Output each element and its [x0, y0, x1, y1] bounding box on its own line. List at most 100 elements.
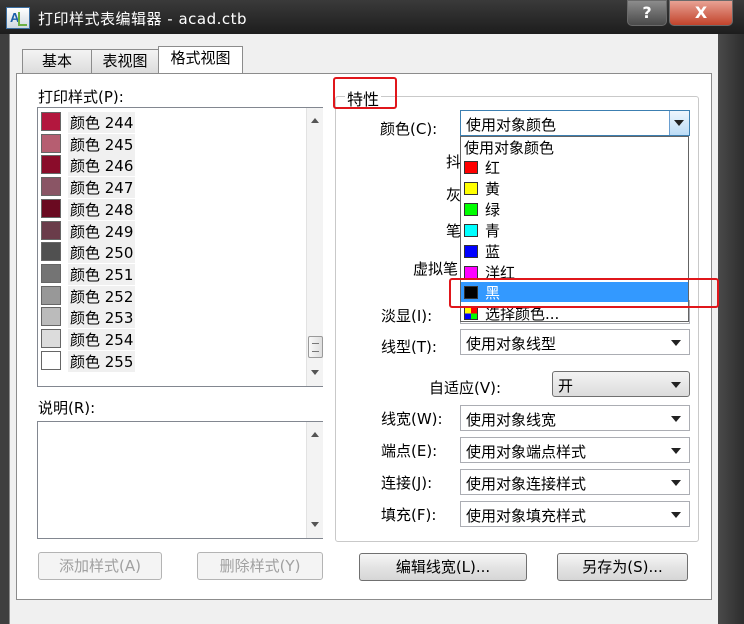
background-strip: [718, 34, 744, 624]
add-style-button[interactable]: 添加样式(A): [38, 552, 162, 580]
color-option[interactable]: 绿: [461, 199, 688, 219]
color-swatch: [41, 242, 61, 262]
print-style-item[interactable]: 颜色 252: [40, 285, 302, 307]
lineweight-label: 线宽(W):: [381, 410, 443, 428]
scroll-thumb[interactable]: [308, 336, 323, 358]
endpoint-label: 端点(E):: [381, 442, 438, 460]
print-style-name: 颜色 244: [68, 112, 136, 133]
print-style-item[interactable]: 颜色 255: [40, 350, 302, 372]
color-swatch: [41, 198, 61, 218]
color-swatch: [464, 265, 478, 279]
desc-scroll-up-icon[interactable]: [311, 432, 319, 437]
color-swatch: [41, 177, 61, 197]
print-style-item[interactable]: 颜色 251: [40, 263, 302, 285]
color-swatch: [41, 307, 61, 327]
join-combo-value: 使用对象连接样式: [466, 475, 587, 493]
description-scrollbar[interactable]: [306, 422, 323, 538]
app-icon: A: [6, 7, 30, 29]
adaptive-combo-value: 开: [558, 377, 574, 395]
help-button[interactable]: ?: [627, 0, 667, 26]
desc-scroll-down-icon[interactable]: [311, 522, 319, 527]
grayscale-label: 灰: [446, 186, 462, 204]
color-option-label: 黄: [485, 179, 501, 198]
print-style-item[interactable]: 颜色 250: [40, 241, 302, 264]
chevron-down-icon: [674, 120, 684, 126]
print-styles-list[interactable]: 颜色 244 颜色 245 颜色 246 颜色 247 颜色 248 颜色 249 颜色 2…: [37, 107, 323, 387]
chevron-down-icon: [671, 480, 681, 486]
print-style-item[interactable]: 颜色 247: [40, 176, 302, 199]
print-style-item[interactable]: 颜色 246: [40, 154, 302, 177]
print-style-name: 颜色 247: [68, 177, 136, 199]
color-option[interactable]: 黄: [461, 178, 688, 198]
print-style-name: 颜色 245: [68, 133, 136, 155]
print-style-item[interactable]: 颜色 248: [40, 198, 302, 220]
color-combo[interactable]: 使用对象颜色: [460, 110, 690, 136]
highlight-box-properties: [333, 77, 397, 109]
tab-table-view[interactable]: 表视图: [91, 49, 159, 73]
print-style-item[interactable]: 颜色 244: [40, 111, 302, 133]
fill-combo[interactable]: 使用对象填充样式: [460, 501, 690, 527]
color-option[interactable]: 蓝: [461, 241, 688, 261]
print-style-name: 颜色 255: [68, 350, 136, 372]
lineweight-combo-value: 使用对象线宽: [466, 411, 557, 429]
adaptive-combo[interactable]: 开: [552, 371, 690, 397]
join-combo[interactable]: 使用对象连接样式: [460, 469, 690, 495]
color-swatch: [464, 161, 478, 174]
color-swatch: [41, 350, 61, 370]
color-wheel-icon: [464, 307, 478, 321]
color-swatch: [41, 155, 61, 175]
lineweight-combo[interactable]: 使用对象线宽: [460, 405, 690, 431]
edit-lineweights-button[interactable]: 编辑线宽(L)...: [359, 553, 527, 581]
chevron-down-icon: [671, 448, 681, 454]
save-as-button[interactable]: 另存为(S)...: [557, 553, 688, 581]
virtual-pen-label: 虚拟笔: [413, 260, 459, 278]
chevron-down-icon: [671, 340, 681, 346]
color-option[interactable]: 青: [461, 220, 688, 240]
description-textarea[interactable]: [37, 421, 323, 539]
color-swatch: [41, 285, 61, 305]
chevron-down-icon: [671, 512, 681, 518]
endpoint-combo-value: 使用对象端点样式: [466, 443, 587, 461]
styles-scrollbar[interactable]: [306, 108, 323, 386]
color-swatch: [464, 223, 478, 237]
chevron-down-icon: [671, 382, 681, 388]
description-label: 说明(R):: [38, 399, 96, 417]
tab-form-view[interactable]: 格式视图: [158, 46, 243, 73]
print-style-item[interactable]: 颜色 245: [40, 133, 302, 155]
color-swatch: [41, 133, 61, 153]
adaptive-label: 自适应(V):: [429, 379, 502, 397]
color-option-label: 青: [485, 221, 501, 240]
dither-label: 抖: [446, 153, 462, 171]
close-button[interactable]: X: [669, 0, 733, 26]
chevron-down-icon: [671, 416, 681, 422]
print-styles-label: 打印样式(P):: [38, 88, 124, 106]
color-swatch: [41, 220, 61, 240]
print-style-name: 颜色 254: [68, 329, 136, 350]
linetype-label: 线型(T):: [381, 338, 437, 356]
linetype-combo-value: 使用对象线型: [466, 335, 557, 353]
tab-basic[interactable]: 基本: [22, 49, 92, 73]
title-bar: A 打印样式表编辑器 - acad.ctb ? X: [0, 0, 744, 34]
pen-label: 笔: [446, 222, 462, 240]
print-style-item[interactable]: 颜色 253: [40, 306, 302, 329]
color-option[interactable]: 使用对象颜色: [461, 137, 688, 157]
print-style-item[interactable]: 颜色 249: [40, 220, 302, 242]
endpoint-combo[interactable]: 使用对象端点样式: [460, 437, 690, 463]
color-combo-button[interactable]: [669, 111, 689, 135]
linetype-combo[interactable]: 使用对象线型: [460, 329, 690, 355]
scroll-up-arrow-icon[interactable]: [311, 118, 319, 123]
print-style-item[interactable]: 颜色 254: [40, 328, 302, 350]
print-style-name: 颜色 249: [68, 220, 136, 242]
print-style-name: 颜色 253: [68, 307, 136, 329]
color-label: 颜色(C):: [380, 120, 438, 138]
color-swatch: [464, 202, 478, 216]
print-style-name: 颜色 248: [68, 198, 136, 220]
window-title: 打印样式表编辑器 - acad.ctb: [38, 10, 248, 28]
color-option[interactable]: 红: [461, 157, 688, 177]
color-swatch: [41, 329, 61, 348]
join-label: 连接(J):: [381, 474, 433, 492]
delete-style-button[interactable]: 删除样式(Y): [197, 552, 323, 580]
scroll-down-arrow-icon[interactable]: [311, 370, 319, 375]
highlight-box-black: [449, 278, 719, 308]
print-style-name: 颜色 250: [68, 242, 136, 264]
